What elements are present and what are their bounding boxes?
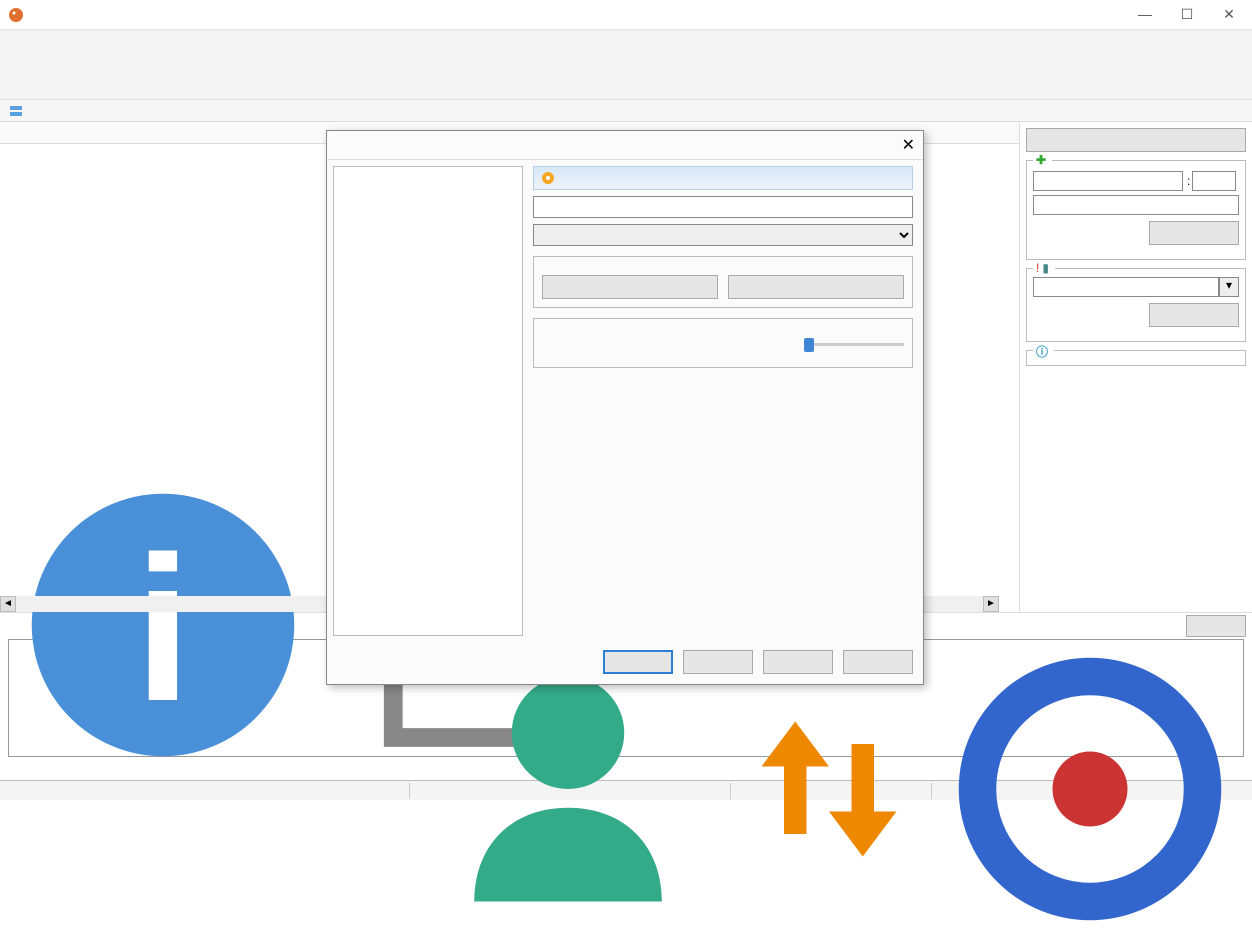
- maximize-button[interactable]: ☐: [1172, 6, 1202, 23]
- username-field[interactable]: [533, 196, 913, 218]
- status-bar: [0, 780, 1252, 800]
- titlebar: — ☐ ✕: [0, 0, 1252, 30]
- my-info-group: ⓘ: [1026, 350, 1246, 366]
- edit-web-services-button[interactable]: [542, 275, 718, 299]
- server-name-field[interactable]: [1033, 195, 1239, 215]
- updown-icon: [739, 699, 919, 882]
- port-field[interactable]: [1192, 171, 1236, 191]
- apply-button[interactable]: [763, 650, 833, 674]
- reset-button[interactable]: [1186, 615, 1246, 637]
- scroll-right-arrow[interactable]: ►: [983, 596, 999, 612]
- language-select[interactable]: [533, 224, 913, 246]
- update-servermet-group: !▮ ▾: [1026, 268, 1246, 342]
- options-dialog: ✕: [326, 130, 924, 685]
- new-server-group: ✚ :: [1026, 160, 1246, 260]
- update-button[interactable]: [1149, 303, 1239, 327]
- add-to-list-button[interactable]: [1149, 221, 1239, 245]
- alert-icon: !: [1036, 261, 1039, 275]
- help-button[interactable]: [843, 650, 913, 674]
- gear-icon: [540, 170, 556, 186]
- right-panel: ✚ : !▮ ▾: [1020, 122, 1252, 612]
- misc-group: [533, 256, 913, 308]
- scroll-left-arrow[interactable]: ◄: [0, 596, 16, 612]
- app-icon: [8, 7, 24, 23]
- minimize-button[interactable]: —: [1130, 6, 1160, 23]
- network-icon: [940, 639, 1240, 942]
- connect-button[interactable]: [1026, 128, 1246, 152]
- close-button[interactable]: ✕: [1214, 6, 1244, 23]
- cancel-button[interactable]: [683, 650, 753, 674]
- handle-ed2k-links-button[interactable]: [728, 275, 904, 299]
- ok-button[interactable]: [603, 650, 673, 674]
- server-icon: [8, 103, 24, 119]
- options-pane-general: [523, 160, 923, 642]
- dialog-close-button[interactable]: ✕: [902, 135, 915, 155]
- status-left: [0, 781, 16, 800]
- ip-field[interactable]: [1033, 171, 1183, 191]
- info-icon: ⓘ: [1036, 343, 1048, 360]
- main-toolbar: [0, 30, 1252, 100]
- plus-icon: ✚: [1036, 153, 1046, 167]
- servers-bar: [0, 100, 1252, 122]
- options-category-list: [333, 166, 523, 636]
- update-url-field[interactable]: [1033, 277, 1219, 297]
- version-check-slider[interactable]: [804, 329, 904, 359]
- url-dropdown-button[interactable]: ▾: [1219, 277, 1239, 297]
- startup-group: [533, 318, 913, 368]
